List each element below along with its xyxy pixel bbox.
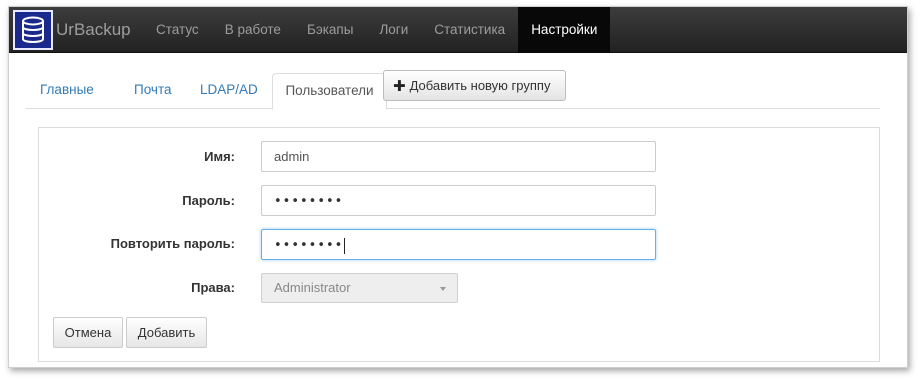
nav-item-logs[interactable]: Логи (366, 7, 421, 53)
name-field[interactable]: admin (261, 141, 656, 172)
password-label: Пароль: (182, 193, 235, 208)
add-group-label: Добавить новую группу (409, 78, 551, 93)
plus-icon: ✚ (393, 77, 406, 95)
tab-ldap[interactable]: LDAP/AD (200, 73, 258, 109)
user-form-panel: Имя: admin Пароль: •••••••• Повторить па… (38, 127, 880, 362)
main-nav: Статус В работе Бэкапы Логи Статистика Н… (143, 7, 611, 53)
app-window: UrBackup Статус В работе Бэкапы Логи Ста… (8, 6, 908, 368)
nav-item-in-progress[interactable]: В работе (212, 7, 294, 53)
add-group-button[interactable]: ✚ Добавить новую группу (383, 70, 566, 101)
rights-value: Administrator (274, 280, 351, 295)
nav-item-backups[interactable]: Бэкапы (294, 7, 366, 53)
nav-item-statistics[interactable]: Статистика (421, 7, 518, 53)
text-cursor (344, 237, 346, 254)
rights-label: Права: (191, 280, 235, 295)
nav-item-settings[interactable]: Настройки (518, 7, 611, 53)
database-icon (13, 10, 53, 50)
rights-select[interactable]: Administrator (261, 273, 458, 303)
repeat-password-value: •••••••• (274, 238, 344, 253)
name-value: admin (274, 149, 310, 164)
nav-item-status[interactable]: Статус (143, 7, 212, 53)
brand-name: UrBackup (56, 20, 131, 39)
tab-users[interactable]: Пользователи (272, 73, 387, 110)
tab-general[interactable]: Главные (40, 73, 94, 109)
top-navbar: UrBackup Статус В работе Бэкапы Логи Ста… (9, 7, 907, 53)
password-field[interactable]: •••••••• (261, 185, 656, 216)
cancel-button[interactable]: Отмена (53, 317, 123, 348)
caret-down-icon (440, 287, 446, 291)
tab-mail[interactable]: Почта (134, 73, 172, 109)
repeat-password-label: Повторить пароль: (110, 236, 235, 251)
repeat-password-field[interactable]: •••••••• (261, 229, 656, 260)
add-button[interactable]: Добавить (126, 317, 207, 348)
brand[interactable]: UrBackup (13, 10, 131, 50)
name-label: Имя: (204, 149, 235, 164)
password-value: •••••••• (274, 194, 344, 209)
